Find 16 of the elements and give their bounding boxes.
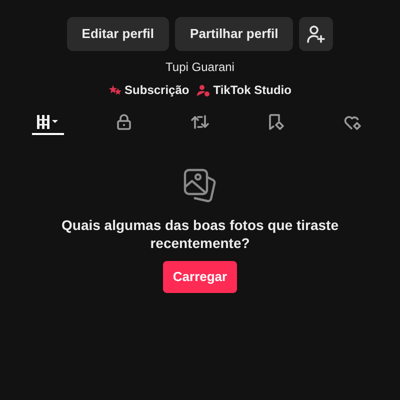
grid-icon xyxy=(37,115,59,129)
add-friend-button[interactable] xyxy=(299,17,334,51)
profile-link[interactable]: Subscrição xyxy=(108,81,190,99)
lock-icon xyxy=(117,114,131,130)
photos-icon xyxy=(183,168,217,204)
profile-button[interactable]: Editar perfil xyxy=(66,17,170,51)
profile-button[interactable]: Partilhar perfil xyxy=(175,17,294,51)
upload-button[interactable]: Carregar xyxy=(162,261,238,293)
empty-state-message: Quais algumas das boas fotos que tiraste recentemente? xyxy=(60,216,340,252)
add-person-icon xyxy=(306,24,326,44)
stars-icon xyxy=(108,84,122,96)
bookmark-icon xyxy=(268,114,284,130)
bio-text: Tupi Guarani xyxy=(166,59,234,76)
repost-icon xyxy=(191,114,209,130)
profile-link[interactable]: TikTok Studio xyxy=(197,81,292,99)
heart-icon xyxy=(344,114,360,130)
